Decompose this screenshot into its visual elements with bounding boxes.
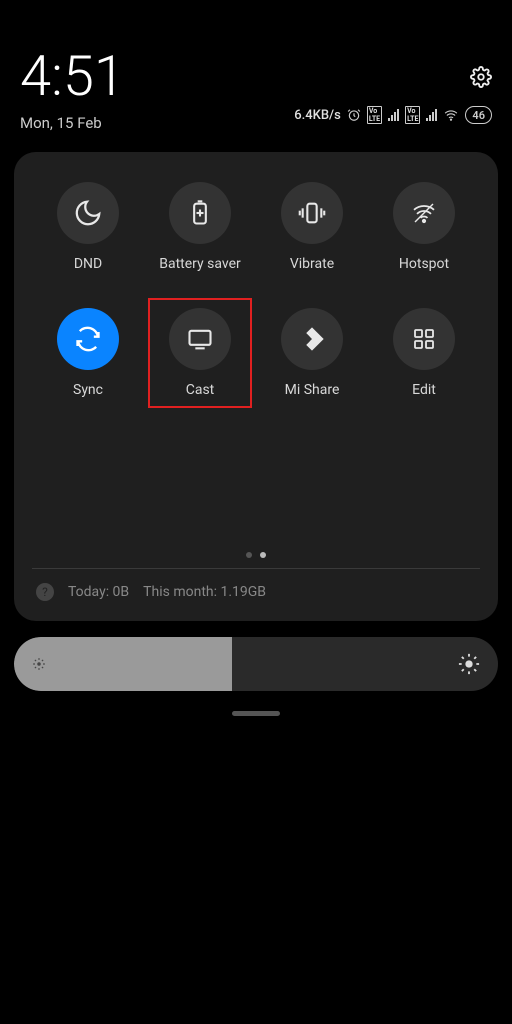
help-icon: ? bbox=[36, 583, 54, 601]
page-indicator[interactable] bbox=[32, 552, 480, 558]
share-icon bbox=[281, 308, 343, 370]
tile-label: Sync bbox=[73, 382, 103, 398]
status-bar: 4:51 Mon, 15 Feb 6.4KB/s VoLTE VoLTE 46 bbox=[0, 0, 512, 140]
page-dot bbox=[246, 552, 252, 558]
qs-tile-grid: DND Battery saver Vibrate Hotspot Sync Cast Mi… bbox=[32, 178, 480, 402]
clock-time: 4:51 bbox=[20, 48, 125, 104]
qs-tile-sync[interactable]: Sync bbox=[32, 304, 144, 402]
brightness-low-icon bbox=[32, 657, 46, 671]
qs-tile-hotspot[interactable]: Hotspot bbox=[368, 178, 480, 276]
qs-tile-mi-share[interactable]: Mi Share bbox=[256, 304, 368, 402]
net-speed: 6.4KB/s bbox=[294, 108, 341, 123]
battery-indicator: 46 bbox=[465, 106, 492, 124]
volte-badge-1: VoLTE bbox=[367, 106, 382, 124]
qs-tile-cast[interactable]: Cast bbox=[144, 304, 256, 402]
hotspot-icon bbox=[393, 182, 455, 244]
grid-icon bbox=[393, 308, 455, 370]
battery-plus-icon bbox=[169, 182, 231, 244]
alarm-icon bbox=[347, 108, 361, 122]
tile-label: DND bbox=[74, 256, 102, 272]
qs-tile-edit[interactable]: Edit bbox=[368, 304, 480, 402]
quick-settings-panel: DND Battery saver Vibrate Hotspot Sync Cast Mi… bbox=[14, 152, 498, 621]
qs-tile-dnd[interactable]: DND bbox=[32, 178, 144, 276]
qs-tile-battery-saver[interactable]: Battery saver bbox=[144, 178, 256, 276]
divider bbox=[32, 568, 480, 569]
signal-icon-1 bbox=[388, 109, 399, 121]
tile-label: Vibrate bbox=[290, 256, 334, 272]
brightness-slider[interactable] bbox=[14, 637, 498, 691]
sync-icon bbox=[57, 308, 119, 370]
cast-icon bbox=[169, 308, 231, 370]
home-indicator[interactable] bbox=[232, 711, 280, 716]
wifi-icon bbox=[443, 108, 459, 122]
data-usage-month: This month: 1.19GB bbox=[143, 584, 266, 600]
status-indicators: 6.4KB/s VoLTE VoLTE 46 bbox=[294, 106, 492, 124]
tile-label: Battery saver bbox=[159, 256, 240, 272]
brightness-high-icon bbox=[458, 653, 480, 675]
tile-label: Cast bbox=[186, 382, 215, 398]
page-dot bbox=[260, 552, 266, 558]
data-usage-today: Today: 0B bbox=[68, 584, 129, 600]
data-usage-row[interactable]: ? Today: 0B This month: 1.19GB bbox=[32, 579, 480, 605]
volte-badge-2: VoLTE bbox=[405, 106, 420, 124]
signal-icon-2 bbox=[426, 109, 437, 121]
qs-tile-vibrate[interactable]: Vibrate bbox=[256, 178, 368, 276]
vibrate-icon bbox=[281, 182, 343, 244]
clock-date: Mon, 15 Feb bbox=[20, 114, 125, 132]
settings-icon[interactable] bbox=[470, 66, 492, 88]
tile-label: Edit bbox=[412, 382, 436, 398]
tile-label: Hotspot bbox=[399, 256, 449, 272]
tile-label: Mi Share bbox=[285, 382, 340, 398]
moon-icon bbox=[57, 182, 119, 244]
